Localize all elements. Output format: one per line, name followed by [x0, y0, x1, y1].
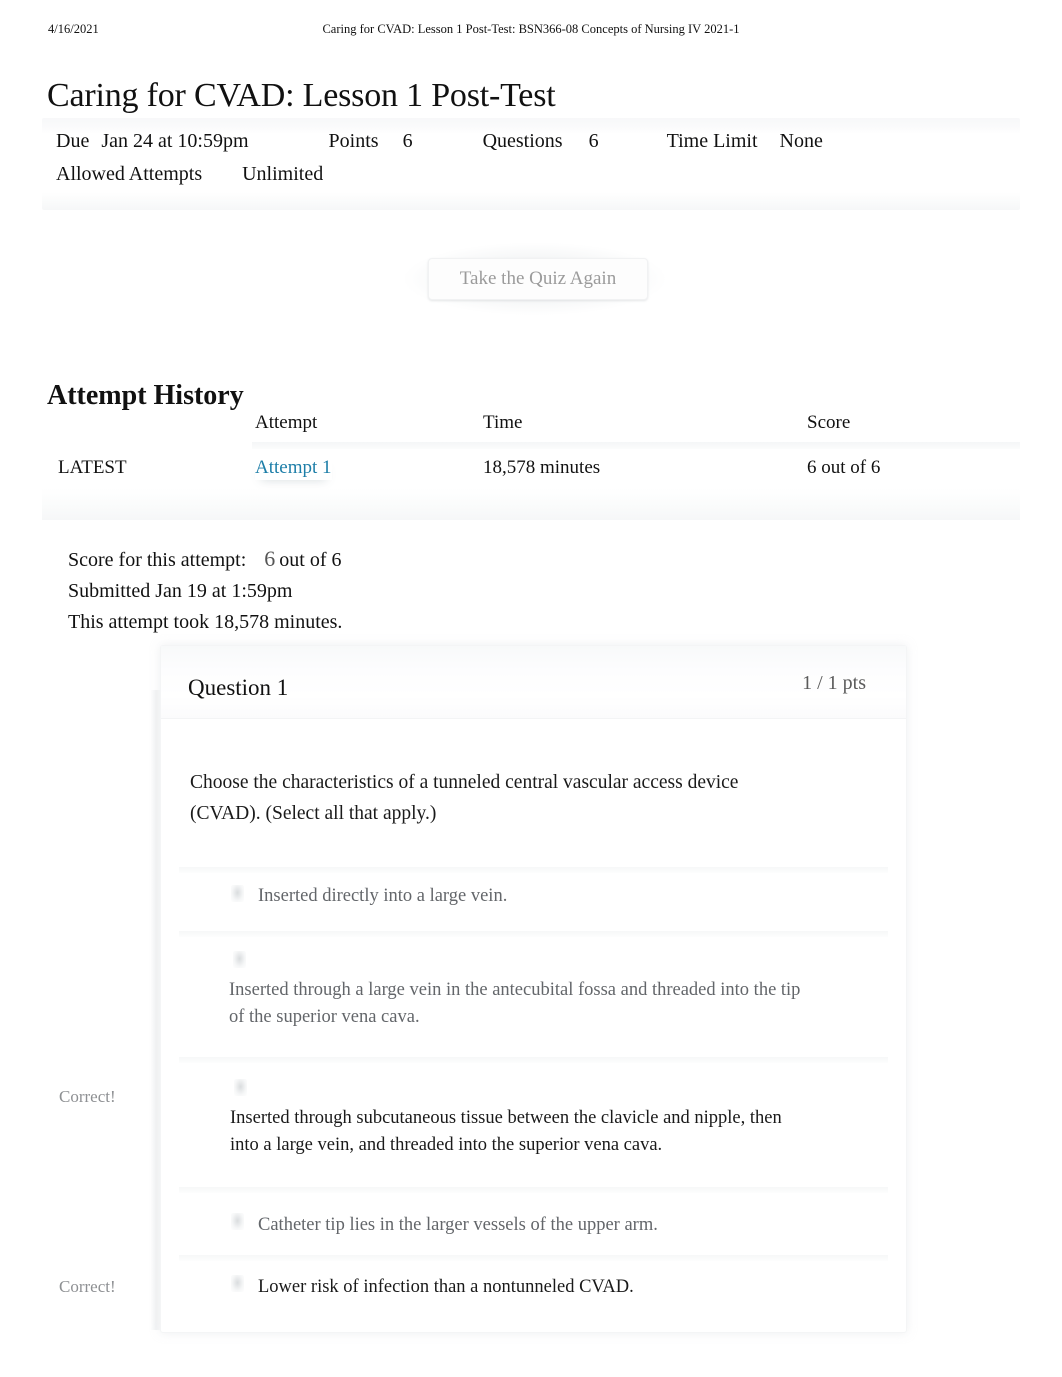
retake-button-container: Take the Quiz Again — [405, 243, 665, 315]
print-document-title: Caring for CVAD: Lesson 1 Post-Test: BSN… — [322, 22, 740, 36]
question-header: Question 1 1 / 1 pts — [161, 646, 906, 719]
question-text: Choose the characteristics of a tunneled… — [190, 772, 739, 824]
score-summary: Score for this attempt: 6 out of 6 Submitt… — [68, 543, 668, 638]
score-label: Score for this attempt: — [68, 549, 247, 571]
answer-separator — [179, 867, 888, 873]
allowed-attempts-label: Allowed Attempts — [56, 163, 203, 185]
page-title: Caring for CVAD: Lesson 1 Post-Test — [47, 76, 556, 114]
cell-score: 6 out of 6 — [807, 457, 881, 478]
answer-selected-checkbox-icon — [234, 1079, 247, 1096]
table-row: LATEST Attempt 1 18,578 minutes 6 out of… — [42, 450, 1020, 488]
column-header-attempt: Attempt — [255, 412, 318, 433]
answer-separator — [179, 1057, 888, 1063]
table-header-separator — [252, 442, 1020, 449]
answer-text: Lower risk of infection than a nontunnel… — [258, 1277, 634, 1297]
allowed-attempts-value: Unlimited — [242, 163, 324, 185]
duration-line: This attempt took 18,578 minutes. — [68, 611, 343, 633]
due-value: Jan 24 at 10:59pm — [101, 130, 249, 152]
answer-selected-checkbox-icon — [231, 1275, 244, 1292]
answer-checkbox-icon — [233, 951, 246, 968]
time-limit-label: Time Limit — [666, 130, 758, 152]
cell-attempt: Attempt 1 — [255, 457, 332, 479]
answer-checkbox-icon — [231, 1213, 244, 1230]
column-header-score: Score — [807, 412, 851, 433]
answer-checkbox-icon — [231, 885, 244, 902]
quiz-meta-row-primary: Due Jan 24 at 10:59pm Points 6 Questions 6 Tim… — [56, 130, 823, 153]
time-limit-value: None — [779, 130, 823, 152]
answer-list: Inserted directly into a large vein. Inse… — [59, 867, 906, 1334]
take-quiz-again-button[interactable]: Take the Quiz Again — [428, 258, 648, 300]
quiz-meta-band: Due Jan 24 at 10:59pm Points 6 Questions 6 Tim… — [42, 118, 1020, 210]
question-title: Question 1 — [188, 675, 289, 700]
quiz-meta-row-secondary: Allowed Attempts Unlimited — [56, 163, 323, 186]
column-header-time: Time — [483, 412, 523, 433]
question-card: Question 1 1 / 1 pts Choose the characte… — [59, 645, 907, 1334]
answer-correct-flag: Correct! — [59, 1277, 116, 1296]
answer-separator — [179, 1187, 888, 1193]
score-for-attempt-line: Score for this attempt: 6 out of 6 — [68, 543, 668, 576]
table-row-background — [42, 488, 1020, 520]
answer-text: Catheter tip lies in the larger vessels … — [258, 1215, 658, 1235]
answer-text: Inserted through a large vein in the ant… — [229, 980, 801, 1027]
cell-time: 18,578 minutes — [483, 457, 601, 478]
answer-correct-flag: Correct! — [59, 1087, 116, 1106]
question-points: 1 / 1 pts — [802, 672, 866, 694]
attempt-1-link[interactable]: Attempt 1 — [255, 457, 332, 480]
table-header-row: Attempt Time Score — [42, 408, 1020, 442]
answer-text: Inserted directly into a large vein. — [258, 886, 508, 906]
answer-text: Inserted through subcutaneous tissue bet… — [230, 1108, 782, 1155]
points-label: Points — [328, 130, 379, 152]
score-out-of: out of 6 — [279, 549, 342, 571]
answer-separator — [179, 931, 888, 937]
attempt-history-table: Attempt Time Score LATEST Attempt 1 18,5… — [42, 408, 1020, 520]
question-body: Choose the characteristics of a tunneled… — [59, 719, 906, 1334]
questions-label: Questions — [482, 130, 563, 152]
answer-separator — [179, 1255, 888, 1261]
score-value: 6 — [264, 546, 276, 571]
print-header: 4/16/2021 Caring for CVAD: Lesson 1 Post… — [0, 22, 1062, 42]
cell-kept: LATEST — [58, 457, 127, 478]
submitted-line: Submitted Jan 19 at 1:59pm — [68, 580, 293, 602]
points-value: 6 — [402, 130, 413, 152]
questions-value: 6 — [588, 130, 599, 152]
due-label: Due — [56, 130, 90, 152]
